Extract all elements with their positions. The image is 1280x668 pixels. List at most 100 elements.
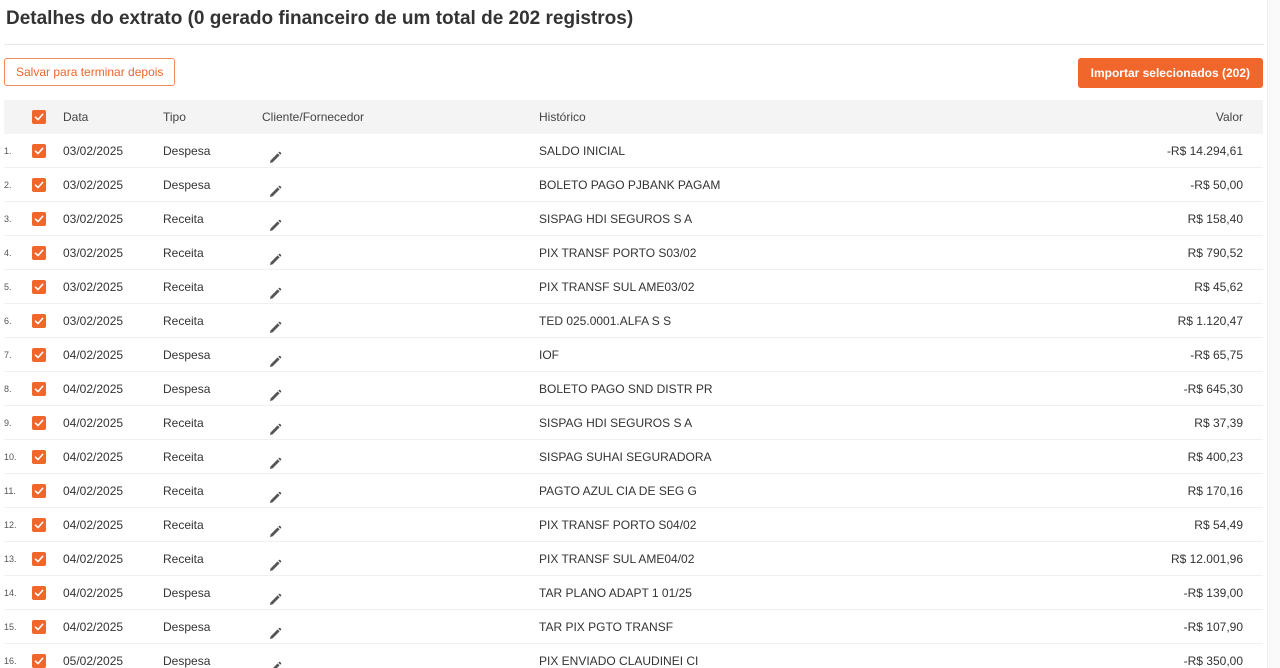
row-checkbox[interactable] [32,314,46,328]
row-value: R$ 790,52 [1187,246,1243,260]
column-header-history[interactable]: Histórico [539,100,1019,134]
statement-table: Data Tipo Cliente/Fornecedor Histórico V… [4,100,1263,668]
row-value: R$ 45,62 [1194,280,1243,294]
row-type: Receita [163,416,204,430]
row-client [262,134,522,168]
row-checkbox[interactable] [32,620,46,634]
table-row: 6. 03/02/2025 Receita TED 025.0001.ALFA … [4,304,1263,338]
row-type: Despesa [163,348,211,362]
table-row: 7. 04/02/2025 Despesa IOF -R$ 65,75 [4,338,1263,372]
column-header-type[interactable]: Tipo [163,100,253,134]
pencil-icon[interactable] [268,212,282,231]
pencil-icon[interactable] [268,552,282,571]
check-icon [34,589,44,597]
row-value: -R$ 350,00 [1183,654,1243,668]
row-checkbox[interactable] [32,416,46,430]
row-number: 6. [4,316,12,326]
row-select-cell [32,440,48,474]
check-icon [34,317,44,325]
row-history: PIX TRANSF SUL AME03/02 [539,280,695,294]
row-client [262,576,522,610]
pencil-icon[interactable] [268,382,282,401]
row-checkbox[interactable] [32,586,46,600]
row-checkbox[interactable] [32,280,46,294]
row-select-cell [32,270,48,304]
pencil-icon[interactable] [268,450,282,469]
table-row: 5. 03/02/2025 Receita PIX TRANSF SUL AME… [4,270,1263,304]
row-checkbox[interactable] [32,552,46,566]
row-select-cell [32,372,48,406]
pencil-icon[interactable] [268,314,282,333]
table-row: 16. 05/02/2025 Despesa PIX ENVIADO CLAUD… [4,644,1263,668]
row-type: Receita [163,518,204,532]
row-client [262,644,522,668]
row-checkbox[interactable] [32,212,46,226]
row-number: 5. [4,282,12,292]
row-checkbox[interactable] [32,484,46,498]
pencil-icon[interactable] [268,620,282,639]
page-header: Detalhes do extrato (0 gerado financeiro… [4,0,1264,45]
row-type: Despesa [163,586,211,600]
statement-details-page: Detalhes do extrato (0 gerado financeiro… [0,0,1280,668]
row-date: 04/02/2025 [63,586,124,600]
row-number: 14. [4,588,17,598]
row-date: 04/02/2025 [63,450,124,464]
check-icon [34,623,44,631]
row-checkbox[interactable] [32,246,46,260]
row-type: Receita [163,314,204,328]
row-history: PIX TRANSF PORTO S04/02 [539,518,697,532]
pencil-icon[interactable] [268,280,282,299]
row-client [262,440,522,474]
column-header-value[interactable]: Valor [1043,100,1243,134]
toolbar: Salvar para terminar depois Importar sel… [4,58,1264,88]
pencil-icon[interactable] [268,484,282,503]
row-client [262,610,522,644]
row-client [262,236,522,270]
import-selected-button[interactable]: Importar selecionados (202) [1077,58,1263,88]
row-checkbox[interactable] [32,348,46,362]
row-select-cell [32,542,48,576]
row-history: SISPAG HDI SEGUROS S A [539,212,693,226]
check-icon [34,453,44,461]
scrollbar[interactable] [1267,0,1280,668]
pencil-icon[interactable] [268,654,282,668]
pencil-icon[interactable] [268,586,282,605]
row-client [262,474,522,508]
row-checkbox[interactable] [32,518,46,532]
row-checkbox[interactable] [32,382,46,396]
check-icon [34,521,44,529]
row-type: Receita [163,484,204,498]
row-number: 2. [4,180,12,190]
check-icon [34,215,44,223]
row-checkbox[interactable] [32,178,46,192]
row-select-cell [32,576,48,610]
row-type: Receita [163,552,204,566]
row-history: SISPAG SUHAI SEGURADORA [539,450,712,464]
pencil-icon[interactable] [268,518,282,537]
row-client [262,270,522,304]
row-client [262,202,522,236]
pencil-icon[interactable] [268,348,282,367]
select-all-checkbox[interactable] [32,110,46,124]
row-number: 11. [4,486,16,496]
row-checkbox[interactable] [32,450,46,464]
row-checkbox[interactable] [32,654,46,668]
row-history: SALDO INICIAL [539,144,626,158]
column-header-date[interactable]: Data [63,100,153,134]
table-row: 15. 04/02/2025 Despesa TAR PIX PGTO TRAN… [4,610,1263,644]
row-client [262,338,522,372]
pencil-icon[interactable] [268,178,282,197]
column-header-client[interactable]: Cliente/Fornecedor [262,100,522,134]
page-title: Detalhes do extrato (0 gerado financeiro… [6,8,634,29]
row-type: Receita [163,246,204,260]
pencil-icon[interactable] [268,416,282,435]
row-select-cell [32,304,48,338]
row-checkbox[interactable] [32,144,46,158]
pencil-icon[interactable] [268,246,282,265]
check-icon [34,249,44,257]
check-icon [34,147,44,155]
save-for-later-button[interactable]: Salvar para terminar depois [4,58,176,86]
pencil-icon[interactable] [268,144,282,163]
row-select-cell [32,474,48,508]
row-history: PIX TRANSF SUL AME04/02 [539,552,695,566]
